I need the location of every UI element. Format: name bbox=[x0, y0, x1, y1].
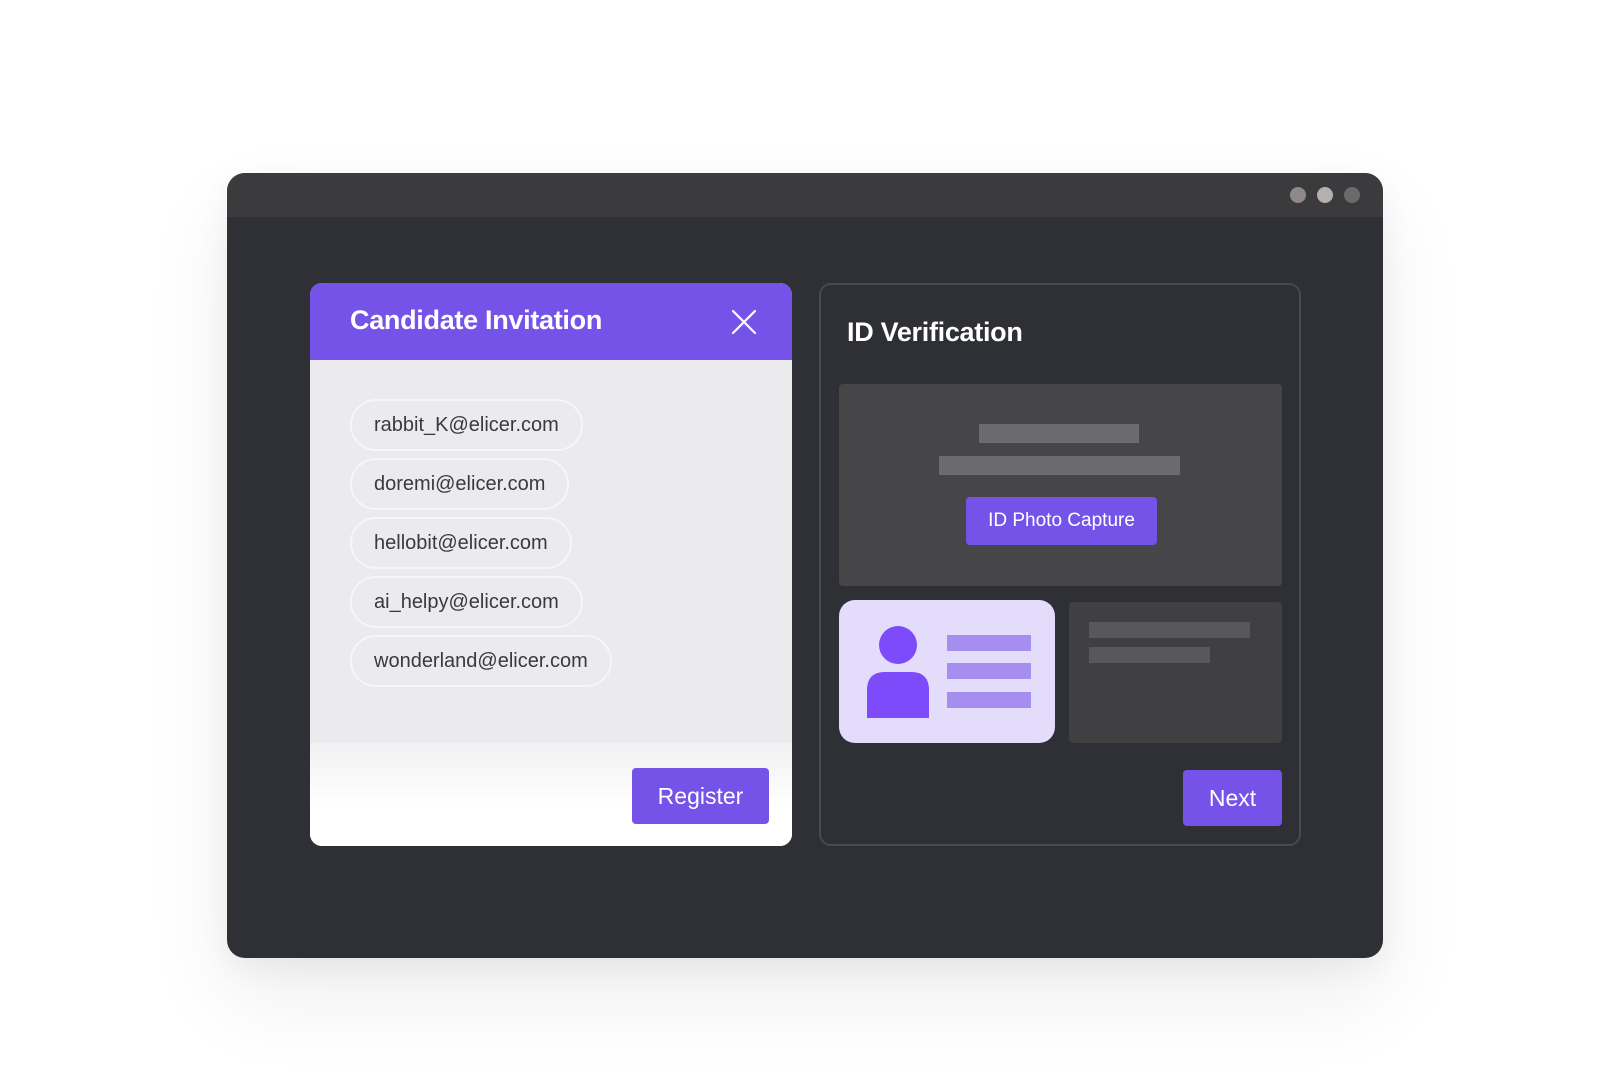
window-dot-3[interactable] bbox=[1344, 187, 1360, 203]
id-card bbox=[839, 600, 1055, 743]
placeholder-line bbox=[979, 424, 1139, 443]
id-card-person-icon bbox=[867, 626, 929, 718]
window-titlebar bbox=[227, 173, 1383, 217]
dialog-header: Candidate Invitation bbox=[310, 283, 792, 360]
email-list: rabbit_K@elicer.com doremi@elicer.com he… bbox=[310, 360, 792, 743]
panel-title: ID Verification bbox=[847, 317, 1023, 347]
app-window: Candidate Invitation rabbit_K@elicer.com… bbox=[227, 173, 1383, 958]
placeholder-line bbox=[1089, 647, 1210, 663]
placeholder-line bbox=[939, 456, 1180, 475]
window-dot-2[interactable] bbox=[1317, 187, 1333, 203]
close-icon[interactable] bbox=[729, 307, 759, 337]
candidate-invitation-dialog: Candidate Invitation rabbit_K@elicer.com… bbox=[310, 283, 792, 846]
register-button[interactable]: Register bbox=[632, 768, 769, 824]
placeholder-line bbox=[1089, 622, 1250, 638]
email-chip[interactable]: wonderland@elicer.com bbox=[350, 635, 612, 687]
email-chip[interactable]: rabbit_K@elicer.com bbox=[350, 399, 583, 451]
email-chip[interactable]: hellobit@elicer.com bbox=[350, 517, 572, 569]
window-dot-1[interactable] bbox=[1290, 187, 1306, 203]
info-card bbox=[1069, 602, 1282, 743]
dialog-title: Candidate Invitation bbox=[350, 305, 603, 335]
id-card-line bbox=[947, 663, 1031, 679]
id-card-line bbox=[947, 692, 1031, 708]
id-card-line bbox=[947, 635, 1031, 651]
email-chip[interactable]: doremi@elicer.com bbox=[350, 458, 570, 510]
next-button[interactable]: Next bbox=[1183, 770, 1282, 826]
id-photo-capture-button[interactable]: ID Photo Capture bbox=[966, 497, 1157, 545]
id-verification-panel: ID Verification ID Photo Capture Next bbox=[819, 283, 1301, 846]
dialog-footer: Register bbox=[310, 743, 792, 846]
email-chip[interactable]: ai_helpy@elicer.com bbox=[350, 576, 583, 628]
capture-card: ID Photo Capture bbox=[839, 384, 1282, 586]
